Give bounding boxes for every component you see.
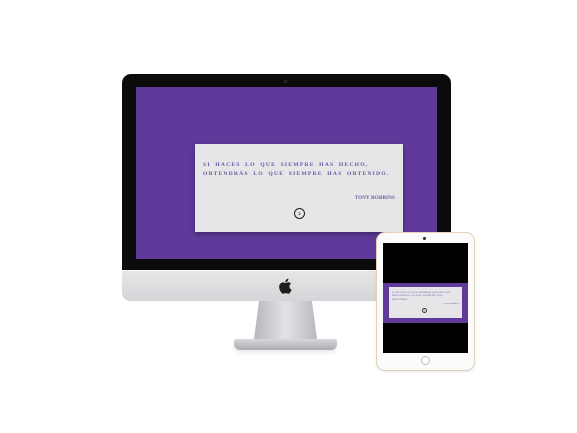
ipad-camera [423, 237, 426, 240]
ipad-quote-card: Si haces lo que siempre has hecho, obten… [389, 287, 462, 318]
imac-camera [284, 80, 287, 83]
chevron-right-icon: › [297, 208, 302, 218]
quote-text: Si haces lo que siempre has hecho, obten… [203, 162, 390, 177]
chevron-right-icon: › [423, 309, 426, 313]
imac-stand-base [234, 339, 337, 350]
ipad-screen: Si haces lo que siempre has hecho, obten… [383, 243, 468, 353]
quote-card: Si haces lo que siempre has hecho, obten… [195, 144, 403, 232]
ipad-quote-author: Tony Robbins [443, 303, 459, 305]
ipad-next-quote-button[interactable]: › [422, 308, 427, 313]
ipad-quote-text: Si haces lo que siempre has hecho, obten… [392, 291, 451, 301]
imac-stand-neck [254, 301, 317, 339]
ipad-device: Si haces lo que siempre has hecho, obten… [376, 232, 475, 371]
next-quote-button[interactable]: › [294, 208, 305, 219]
ipad-home-button[interactable] [421, 356, 430, 365]
quote-author: Tony Robbins [354, 196, 395, 201]
device-mockup-scene: Si haces lo que siempre has hecho, obten… [0, 0, 577, 433]
apple-logo-icon [279, 278, 292, 294]
